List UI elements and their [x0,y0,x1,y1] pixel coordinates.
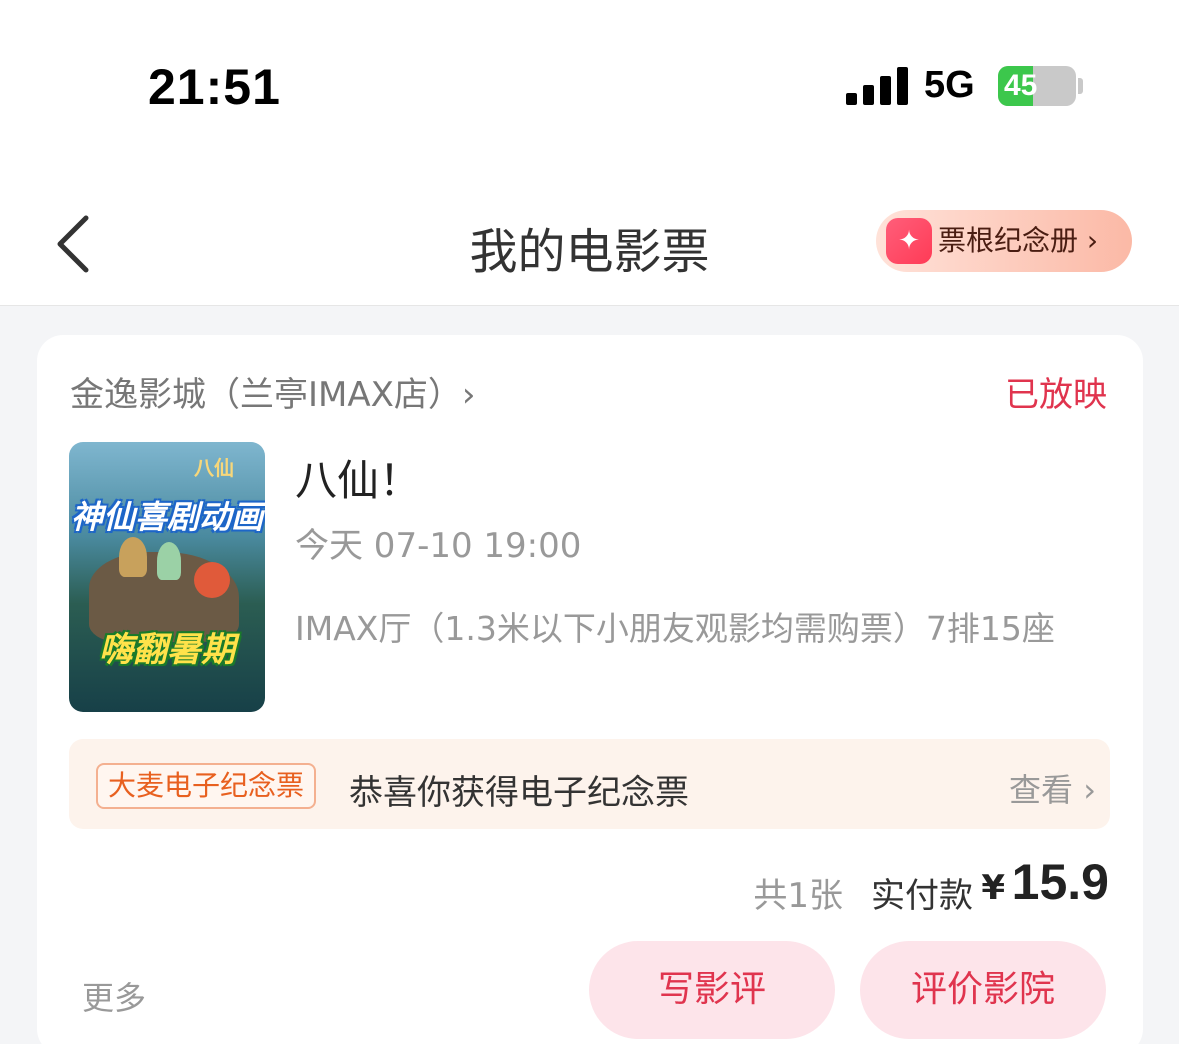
status-badge: 已放映 [1005,375,1107,415]
network-label: 5G [924,64,975,106]
cinema-link[interactable]: 金逸影城（兰亭IMAX店）› [70,367,476,416]
signal-icon [846,67,908,105]
poster-figure [119,537,147,577]
movie-title: 八仙！ [295,456,422,505]
battery-icon: 45 [998,66,1076,106]
write-review-button[interactable]: 写影评 [589,941,835,1039]
nav-bar: 我的电影票 ✦ 票根纪念册 › [0,150,1179,306]
souvenir-view-link[interactable]: 查看 › [1009,765,1096,811]
sparkle-ticket-icon: ✦ [886,218,932,264]
show-time: 今天 07-10 19:00 [295,526,582,566]
currency-symbol: ¥ [981,868,1005,908]
more-button[interactable]: 更多 [82,973,146,1019]
paid-label: 实付款 [871,876,973,916]
souvenir-ticket-banner[interactable]: 大麦电子纪念票 恭喜你获得电子纪念票 查看 › [69,739,1110,829]
poster-slogan-top: 神仙喜剧动画 [70,498,263,536]
movie-poster[interactable]: 八仙 神仙喜剧动画 嗨翻暑期 [69,442,265,712]
battery-cap [1078,78,1083,94]
ticket-album-label: 票根纪念册 › [938,224,1099,257]
poster-logo: 八仙 [194,456,234,480]
ticket-card: 金逸影城（兰亭IMAX店）› 已放映 八仙 神仙喜剧动画 嗨翻暑期 八仙！ 今天… [37,335,1143,1044]
hall-seat: IMAX厅（1.3米以下小朋友观影均需购票）7排15座 [295,609,1055,648]
rate-cinema-button[interactable]: 评价影院 [860,941,1106,1039]
status-time: 21:51 [148,59,281,115]
souvenir-tag: 大麦电子纪念票 [96,763,317,809]
poster-slogan-bottom: 嗨翻暑期 [99,630,235,670]
souvenir-text: 恭喜你获得电子纪念票 [349,773,689,813]
ticket-album-button[interactable]: ✦ 票根纪念册 › [876,210,1132,272]
poster-figure [194,562,230,598]
status-bar: 21:51 5G 45 [0,0,1179,150]
paid-amount: 15.9 [1011,854,1109,910]
poster-figure [157,542,181,580]
ticket-count: 共1张 [753,876,843,916]
battery-level: 45 [1004,69,1038,102]
